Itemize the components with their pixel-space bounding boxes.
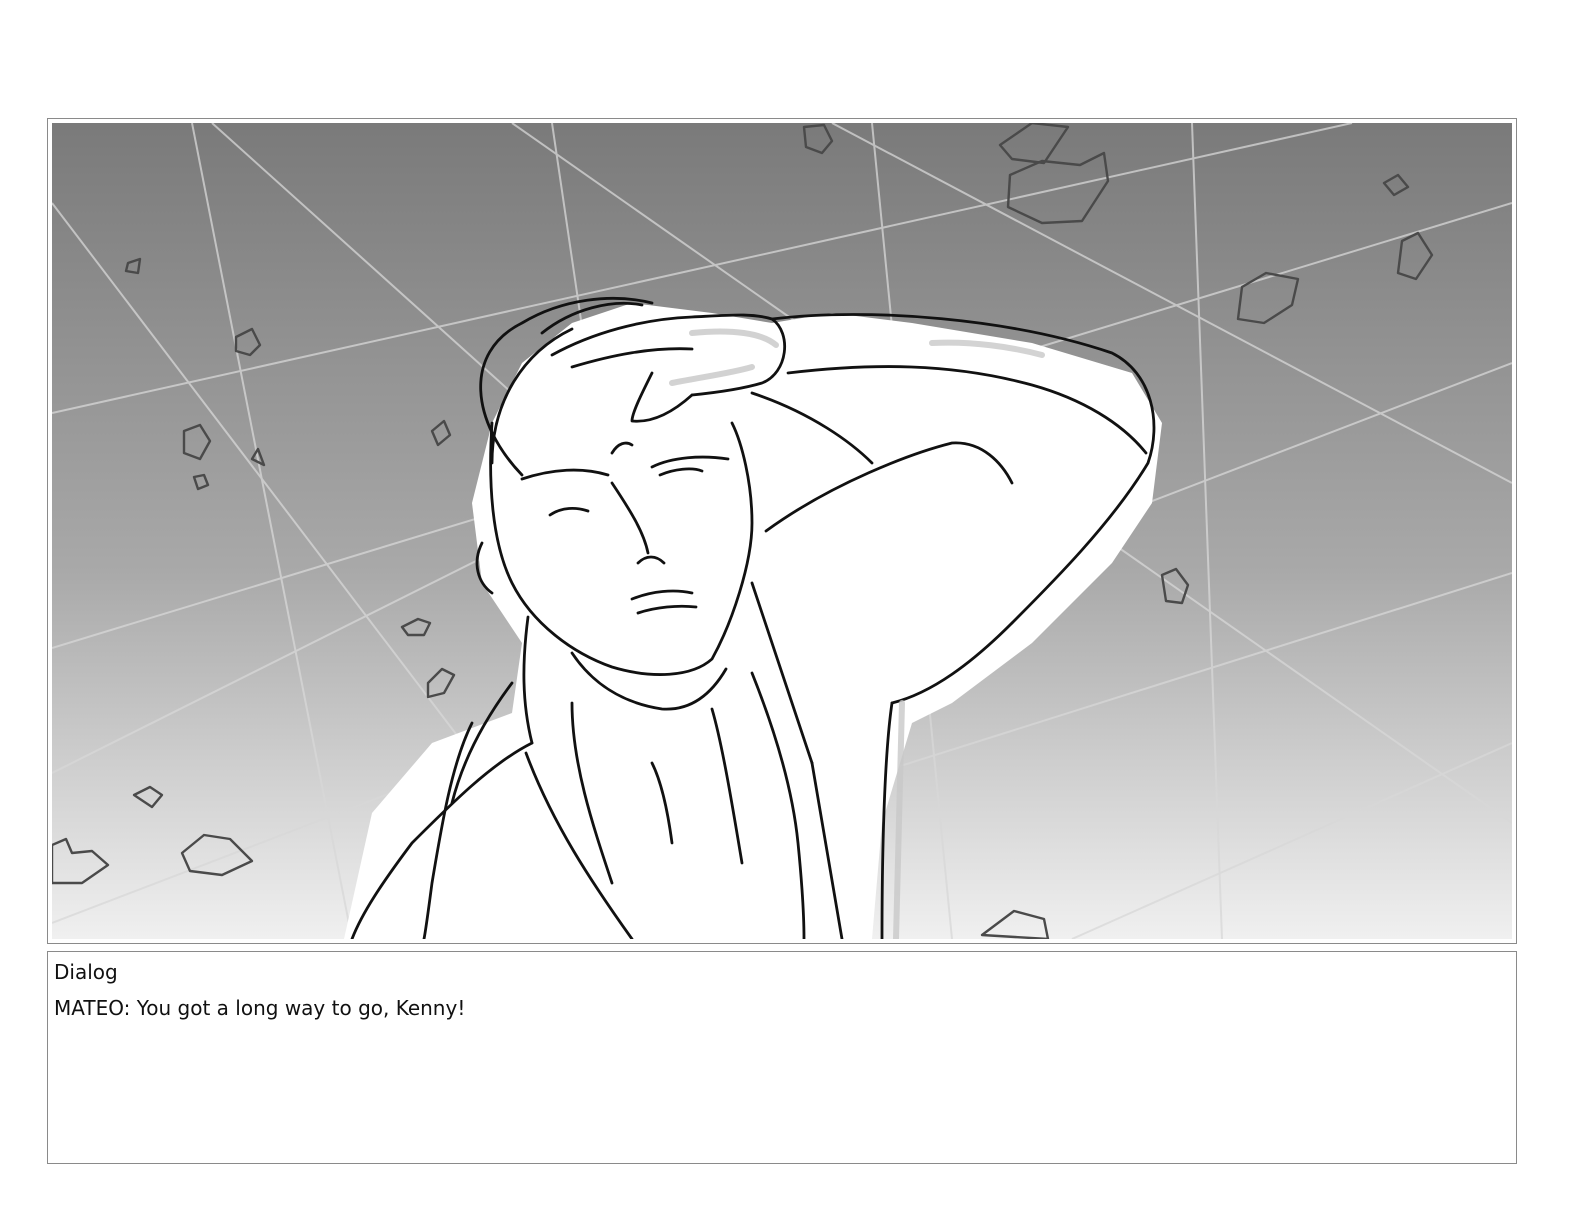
- dialog-box: Dialog MATEO: You got a long way to go, …: [47, 951, 1517, 1164]
- dialog-label: Dialog: [54, 960, 118, 984]
- dialog-line: MATEO: You got a long way to go, Kenny!: [54, 996, 466, 1020]
- storyboard-panel: [47, 118, 1517, 944]
- sketch-drawing: [52, 123, 1512, 939]
- panel-illustration: [52, 123, 1512, 939]
